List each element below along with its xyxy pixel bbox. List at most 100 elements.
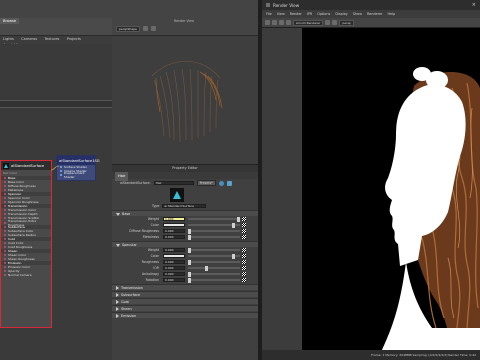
port-dot-icon <box>60 170 62 172</box>
tab-hair[interactable]: Hair <box>115 172 129 181</box>
map-button-icon[interactable] <box>242 235 246 239</box>
attribute-value-field[interactable]: 0.000 <box>163 247 185 253</box>
attribute-slider[interactable] <box>188 228 240 234</box>
tab-browse[interactable]: Browse <box>0 18 20 24</box>
menu-item[interactable]: Show <box>353 12 362 16</box>
slider-handle[interactable] <box>232 222 236 228</box>
render-canvas[interactable] <box>302 28 480 350</box>
attribute-value-field[interactable]: 0.000 <box>163 228 185 234</box>
node-port[interactable]: Normal Camera <box>1 273 51 277</box>
tab-projects[interactable]: Projects <box>64 36 84 42</box>
map-button-icon[interactable] <box>242 217 246 221</box>
map-button-icon[interactable] <box>242 229 246 233</box>
chevron-down-icon <box>116 212 120 216</box>
menu-item[interactable]: Renderer <box>367 12 382 16</box>
map-button-icon[interactable] <box>242 248 246 252</box>
map-button-icon[interactable] <box>242 254 246 258</box>
attribute-slider[interactable] <box>188 216 240 222</box>
swatch-icon[interactable] <box>226 180 232 186</box>
attribute-value-field[interactable]: 0.000 <box>163 234 185 240</box>
port-dot-icon <box>4 270 6 273</box>
slider-handle[interactable] <box>232 253 236 259</box>
snapshot-icon[interactable] <box>279 20 284 25</box>
node-port-label: Normal Camera <box>8 273 32 278</box>
color-swatch[interactable] <box>163 253 185 259</box>
menu-item[interactable]: File <box>266 12 272 16</box>
hypershade-divider-bar[interactable] <box>0 100 112 108</box>
attribute-slider[interactable] <box>188 265 240 271</box>
type-label: Type <box>152 204 160 208</box>
map-button-icon[interactable] <box>242 278 246 282</box>
section-header[interactable]: Emission <box>112 312 258 318</box>
renderer-dropdown[interactable]: Arnold Renderer <box>293 19 324 26</box>
node-name-field[interactable]: Hair <box>153 180 194 186</box>
map-button-icon[interactable] <box>242 260 246 264</box>
slider-handle[interactable] <box>188 234 191 240</box>
material-dropdown[interactable]: perspShape <box>116 26 140 32</box>
attribute-row: Metalness 0.000 <box>112 234 258 240</box>
slider-handle[interactable] <box>205 265 209 271</box>
map-button-icon[interactable] <box>242 223 246 227</box>
menu-item[interactable]: IPR <box>307 12 312 16</box>
color-swatch[interactable] <box>163 222 185 228</box>
section-header[interactable]: Coat <box>112 298 258 304</box>
section-header[interactable]: Transmission <box>112 284 258 290</box>
attribute-value-field[interactable]: 0.000 <box>163 277 185 283</box>
map-button-icon[interactable] <box>242 266 246 270</box>
tab-textures[interactable]: Textures <box>41 36 62 42</box>
port-dot-icon <box>60 166 62 168</box>
menu-item[interactable]: Render <box>290 12 302 16</box>
attribute-value-field[interactable]: 0.000 <box>163 265 185 271</box>
attribute-slider[interactable] <box>188 259 240 265</box>
slider-handle[interactable] <box>188 259 191 265</box>
focus-icon[interactable] <box>218 180 224 186</box>
hypershade-sub-tabs: Lights Cameras Textures Projects Asset L… <box>0 36 112 47</box>
region-icon[interactable] <box>286 20 291 25</box>
exposure-icon[interactable] <box>332 20 338 25</box>
slider-handle[interactable] <box>188 277 191 283</box>
shading-group-node[interactable]: aiStandardSurface1SG Surface Shader Volu… <box>56 155 100 181</box>
attribute-value-field[interactable]: 0.000 <box>163 259 185 265</box>
attribute-value-field[interactable]: 1.000 <box>163 216 185 222</box>
lighting-icon[interactable] <box>150 26 156 31</box>
attribute-value-field[interactable]: 0.000 <box>163 271 185 277</box>
render-view-menu-bar: File View Render IPR Options Display Show Rende… <box>262 10 480 18</box>
slider-handle[interactable] <box>188 271 191 277</box>
close-icon[interactable]: × <box>472 2 476 8</box>
attribute-slider[interactable] <box>188 253 240 259</box>
sg-node-header[interactable]: aiStandardSurface1SG <box>57 156 100 165</box>
render-icon[interactable] <box>265 20 270 25</box>
slider-handle[interactable] <box>188 228 191 234</box>
material-viewer[interactable] <box>112 36 258 164</box>
menu-item[interactable]: Options <box>317 12 330 16</box>
standard-surface-node[interactable]: aiStandardSurface Out Color Base Base Col… <box>0 160 52 328</box>
color-channel-icon[interactable] <box>325 20 331 25</box>
arnold-logo-icon <box>170 188 184 202</box>
presets-button[interactable]: Presets* <box>196 180 216 186</box>
menu-item[interactable]: View <box>277 12 285 16</box>
section-header[interactable]: Sheen <box>112 305 258 311</box>
sg-port[interactable]: Displacement Shader <box>57 171 95 179</box>
section-title: Transmission <box>121 286 143 290</box>
attribute-label: Anisotropy <box>141 272 159 276</box>
attribute-slider[interactable] <box>188 277 240 283</box>
map-button-icon[interactable] <box>242 272 246 276</box>
node-header[interactable]: aiStandardSurface <box>1 161 51 170</box>
slider-handle[interactable] <box>188 247 191 253</box>
attribute-slider[interactable] <box>188 247 240 253</box>
menu-item[interactable]: Help <box>387 12 395 16</box>
camera-dropdown[interactable]: persp <box>339 19 354 26</box>
slider-handle[interactable] <box>237 216 240 222</box>
chevron-right-icon <box>116 314 119 318</box>
arnold-node-icon <box>3 162 9 169</box>
attribute-slider[interactable] <box>188 222 240 228</box>
menu-item[interactable]: Display <box>335 12 348 16</box>
shading-icon[interactable] <box>142 26 148 31</box>
ipr-icon[interactable] <box>272 20 277 25</box>
attribute-slider[interactable] <box>188 271 240 277</box>
port-dot-icon <box>4 193 6 196</box>
attribute-slider[interactable] <box>188 234 240 240</box>
viewport-toolbar: Render View perspShape <box>112 18 258 36</box>
type-select[interactable]: ai Standard Surface <box>162 203 207 209</box>
section-header[interactable]: Subsurface <box>112 291 258 297</box>
